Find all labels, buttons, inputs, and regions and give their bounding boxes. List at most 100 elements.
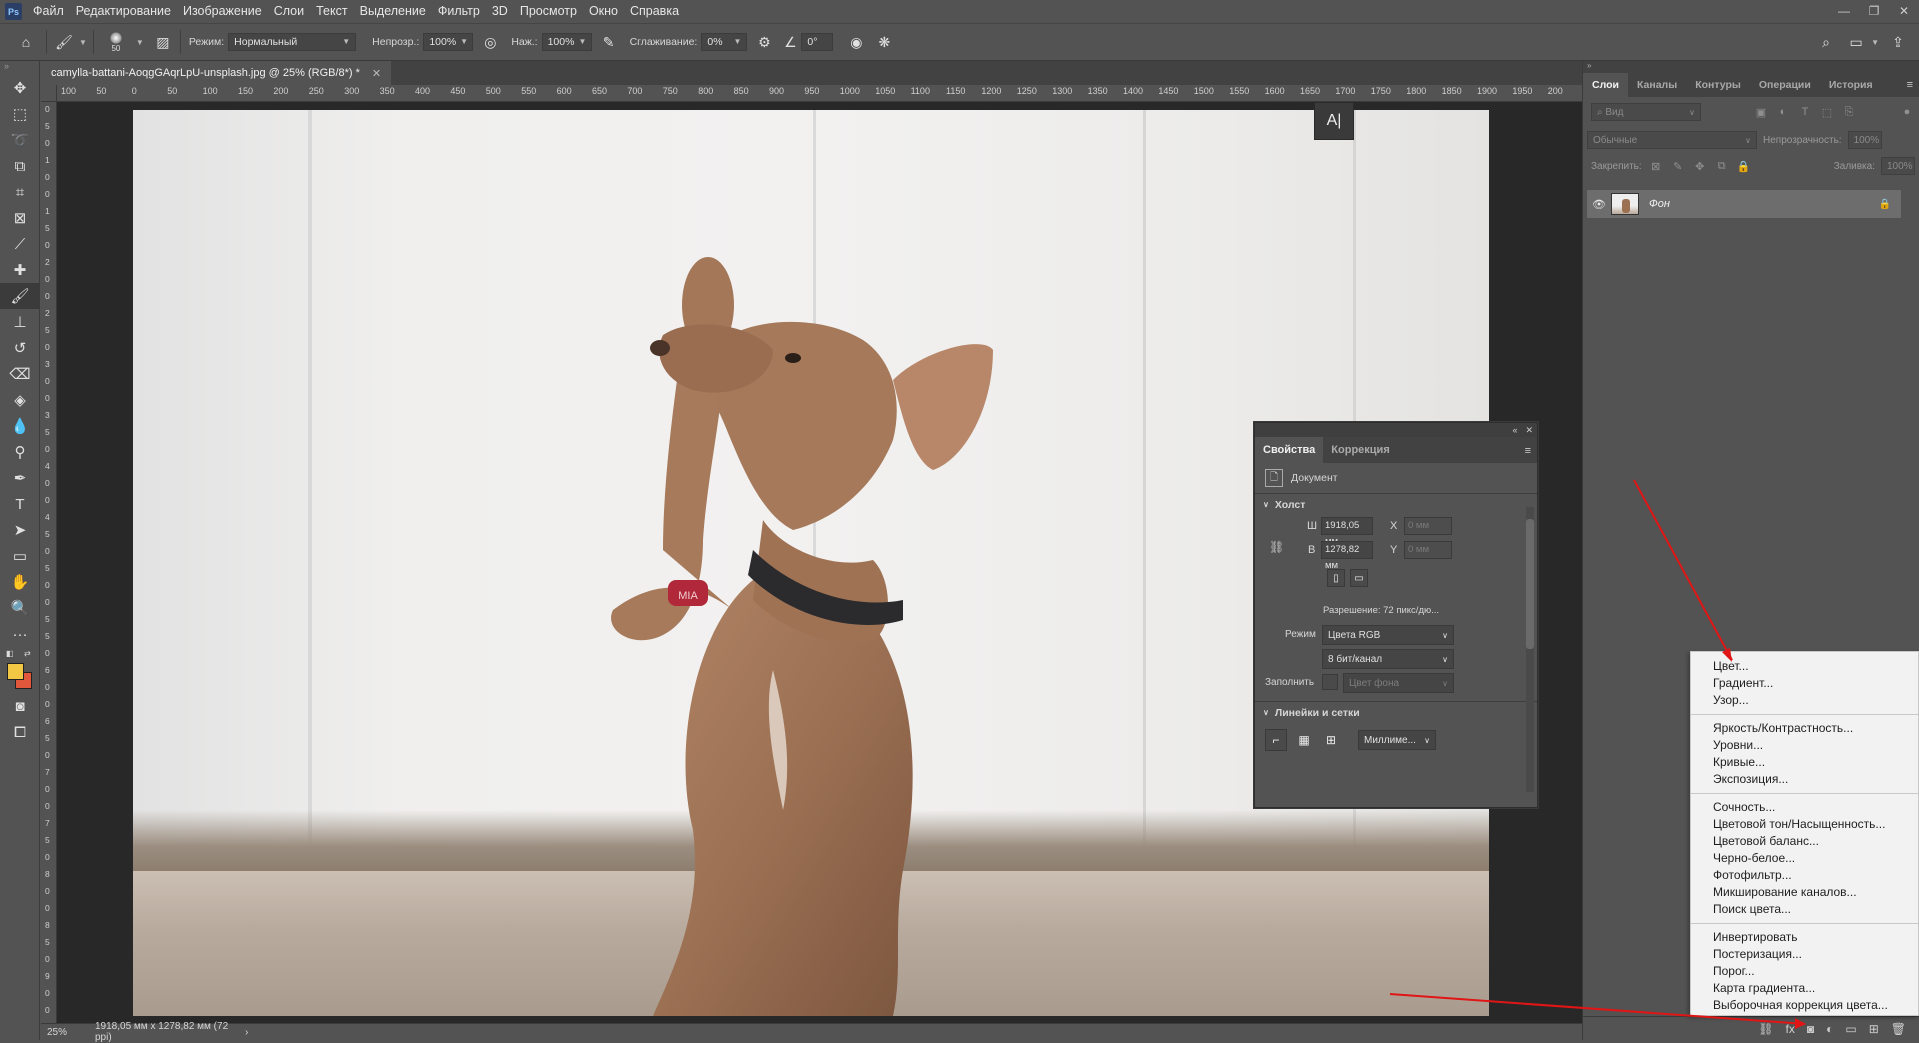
close-window-icon[interactable]: ✕ xyxy=(1889,0,1919,22)
add-mask-icon[interactable]: ◙ xyxy=(1807,1022,1814,1036)
menu-item-group4-4[interactable]: Выборочная коррекция цвета... xyxy=(1691,997,1918,1014)
menu-item-group3-2[interactable]: Цветовой баланс... xyxy=(1691,833,1918,850)
screen-mode-icon[interactable]: ⧠ xyxy=(0,719,40,745)
workspace-icon[interactable]: ▭ xyxy=(1845,31,1867,53)
clone-stamp-tool-icon[interactable]: ⊥ xyxy=(0,309,40,335)
tab-properties[interactable]: Свойства xyxy=(1255,437,1324,463)
new-group-icon[interactable]: ▭ xyxy=(1845,1022,1856,1036)
menu-item-group2-2[interactable]: Кривые... xyxy=(1691,754,1918,771)
object-select-tool-icon[interactable]: ⧉ xyxy=(0,153,40,179)
menu-item-group3-3[interactable]: Черно-белое... xyxy=(1691,850,1918,867)
lock-all-icon[interactable]: 🔒 xyxy=(1736,158,1752,174)
menu-10[interactable]: Справка xyxy=(624,0,685,23)
eyedropper-tool-icon[interactable]: ⟋ xyxy=(0,231,40,257)
menu-5[interactable]: Выделение xyxy=(354,0,432,23)
menu-item-group3-0[interactable]: Сочность... xyxy=(1691,799,1918,816)
hand-tool-icon[interactable]: ✋ xyxy=(0,569,40,595)
blur-tool-icon[interactable]: 💧 xyxy=(0,413,40,439)
layer-fill-field[interactable]: 100% xyxy=(1881,157,1915,175)
gear-icon[interactable]: ⚙ xyxy=(753,31,775,53)
eye-icon[interactable]: 👁 xyxy=(1587,198,1611,211)
menu-item-group1-0[interactable]: Цвет... xyxy=(1691,658,1918,675)
lock-position-icon[interactable]: ✥ xyxy=(1692,158,1708,174)
layer-filter-select[interactable]: ⌕ Вид ∨ xyxy=(1591,103,1701,121)
airbrush-icon[interactable]: ✎ xyxy=(598,31,620,53)
paint-bucket-tool-icon[interactable]: ◈ xyxy=(0,387,40,413)
menu-item-group1-1[interactable]: Градиент... xyxy=(1691,675,1918,692)
history-brush-tool-icon[interactable]: ↺ xyxy=(0,335,40,361)
pressure-size-icon[interactable]: ◉ xyxy=(845,31,867,53)
menu-item-group3-1[interactable]: Цветовой тон/Насыщенность... xyxy=(1691,816,1918,833)
tab-history[interactable]: История xyxy=(1820,73,1882,97)
tab-paths[interactable]: Контуры xyxy=(1686,73,1750,97)
close-icon[interactable]: ✕ xyxy=(1525,425,1533,436)
symmetry-icon[interactable]: ❋ xyxy=(873,31,895,53)
share-icon[interactable]: ⇪ xyxy=(1887,31,1909,53)
adjustment-filter-icon[interactable]: ◐ xyxy=(1775,104,1791,120)
pressure-field[interactable]: 100% ▼ xyxy=(541,33,592,51)
swap-colors-icon[interactable]: ⇄ xyxy=(24,649,31,658)
lock-artboard-icon[interactable]: ⧉ xyxy=(1714,158,1730,174)
crop-tool-icon[interactable]: ⌗ xyxy=(0,179,40,205)
width-input[interactable]: 1918,05 мм xyxy=(1321,517,1373,547)
home-icon[interactable]: ⌂ xyxy=(12,31,40,53)
type-tool-icon[interactable]: T xyxy=(0,491,40,517)
y-input[interactable]: 0 мм xyxy=(1404,541,1452,559)
fill-select[interactable]: Цвет фона ∨ xyxy=(1343,673,1454,693)
panel-menu-icon[interactable]: ≡ xyxy=(1907,79,1913,91)
brush-settings-icon[interactable]: ▨ xyxy=(152,31,174,53)
default-colors-icon[interactable]: ◧ xyxy=(6,649,14,658)
new-layer-icon[interactable]: ⊞ xyxy=(1869,1022,1879,1036)
properties-panel-header[interactable]: «✕ xyxy=(1255,423,1537,437)
vertical-ruler[interactable]: 0 5 0 1 0 0 1 5 0 2 0 0 2 5 0 3 0 0 3 5 0 4 0 0 4 5 0 5 0 0 5 5 0 6 0 0 6 5 0 7… xyxy=(41,102,57,1023)
pixel-filter-icon[interactable]: ▣ xyxy=(1753,104,1769,120)
menu-item-group4-0[interactable]: Инвертировать xyxy=(1691,929,1918,946)
filter-toggle-icon[interactable]: ● xyxy=(1899,104,1915,120)
menu-9[interactable]: Окно xyxy=(583,0,624,23)
zoom-level[interactable]: 25% xyxy=(41,1027,81,1038)
pressure-opacity-icon[interactable]: ◎ xyxy=(479,31,501,53)
brush-tool-icon[interactable]: 🖌 xyxy=(0,283,40,309)
tab-actions[interactable]: Операции xyxy=(1750,73,1820,97)
menu-item-group1-2[interactable]: Узор... xyxy=(1691,692,1918,709)
minimize-icon[interactable]: — xyxy=(1829,0,1859,22)
menu-item-group3-5[interactable]: Микширование каналов... xyxy=(1691,884,1918,901)
opacity-field[interactable]: 100% ▼ xyxy=(423,33,474,51)
foreground-color-swatch[interactable] xyxy=(7,663,24,680)
healing-brush-tool-icon[interactable]: ✚ xyxy=(0,257,40,283)
menu-item-group3-4[interactable]: Фотофильтр... xyxy=(1691,867,1918,884)
menu-item-group4-1[interactable]: Постеризация... xyxy=(1691,946,1918,963)
height-input[interactable]: 1278,82 мм xyxy=(1321,541,1373,571)
brush-preset-picker[interactable]: 50 xyxy=(100,27,132,57)
menu-item-group2-3[interactable]: Экспозиция... xyxy=(1691,771,1918,788)
status-arrow-icon[interactable]: › xyxy=(231,1027,248,1038)
dodge-tool-icon[interactable]: ⚲ xyxy=(0,439,40,465)
menu-item-group4-2[interactable]: Порог... xyxy=(1691,963,1918,980)
zoom-tool-icon[interactable]: 🔍 xyxy=(0,595,40,621)
units-select[interactable]: Миллиме... ∨ xyxy=(1358,730,1436,750)
quick-mask-icon[interactable]: ◙ xyxy=(0,693,40,719)
lock-transparent-icon[interactable]: ⊠ xyxy=(1648,158,1664,174)
document-tab[interactable]: camylla-battani-AoqgGAqrLpU-unsplash.jpg… xyxy=(41,61,392,85)
angle-field[interactable]: 0° xyxy=(801,33,834,51)
shape-filter-icon[interactable]: ⬚ xyxy=(1819,104,1835,120)
brush-tool-icon[interactable]: 🖌 xyxy=(53,31,75,53)
chevron-down-icon[interactable]: ▼ xyxy=(136,38,144,47)
menu-item-group3-6[interactable]: Поиск цвета... xyxy=(1691,901,1918,918)
lock-pixels-icon[interactable]: ✎ xyxy=(1670,158,1686,174)
ruler-toggle-icon[interactable]: ⌐ xyxy=(1265,729,1287,751)
menu-item-group2-0[interactable]: Яркость/Контрастность... xyxy=(1691,720,1918,737)
x-input[interactable]: 0 мм xyxy=(1404,517,1452,535)
menu-1[interactable]: Редактирование xyxy=(70,0,177,23)
marquee-tool-icon[interactable]: ⬚ xyxy=(0,101,40,127)
grid-icon[interactable]: ▦ xyxy=(1293,729,1315,751)
layer-row[interactable]: 👁 Фон 🔒 xyxy=(1587,190,1901,218)
collapse-icon[interactable]: » xyxy=(0,61,39,75)
portrait-orientation-icon[interactable]: ▯ xyxy=(1327,569,1345,587)
horizontal-ruler[interactable]: 100 50 0 50 100 150 200 250 300 350 400 450 500 550 60… xyxy=(57,85,1582,102)
fill-color-swatch[interactable] xyxy=(1322,674,1338,690)
tab-layers[interactable]: Слои xyxy=(1583,73,1628,97)
blend-mode-select[interactable]: Обычные ∨ xyxy=(1587,131,1757,149)
smart-object-filter-icon[interactable]: ⎘ xyxy=(1841,104,1857,120)
text-panel-icon[interactable]: A| xyxy=(1314,102,1354,140)
